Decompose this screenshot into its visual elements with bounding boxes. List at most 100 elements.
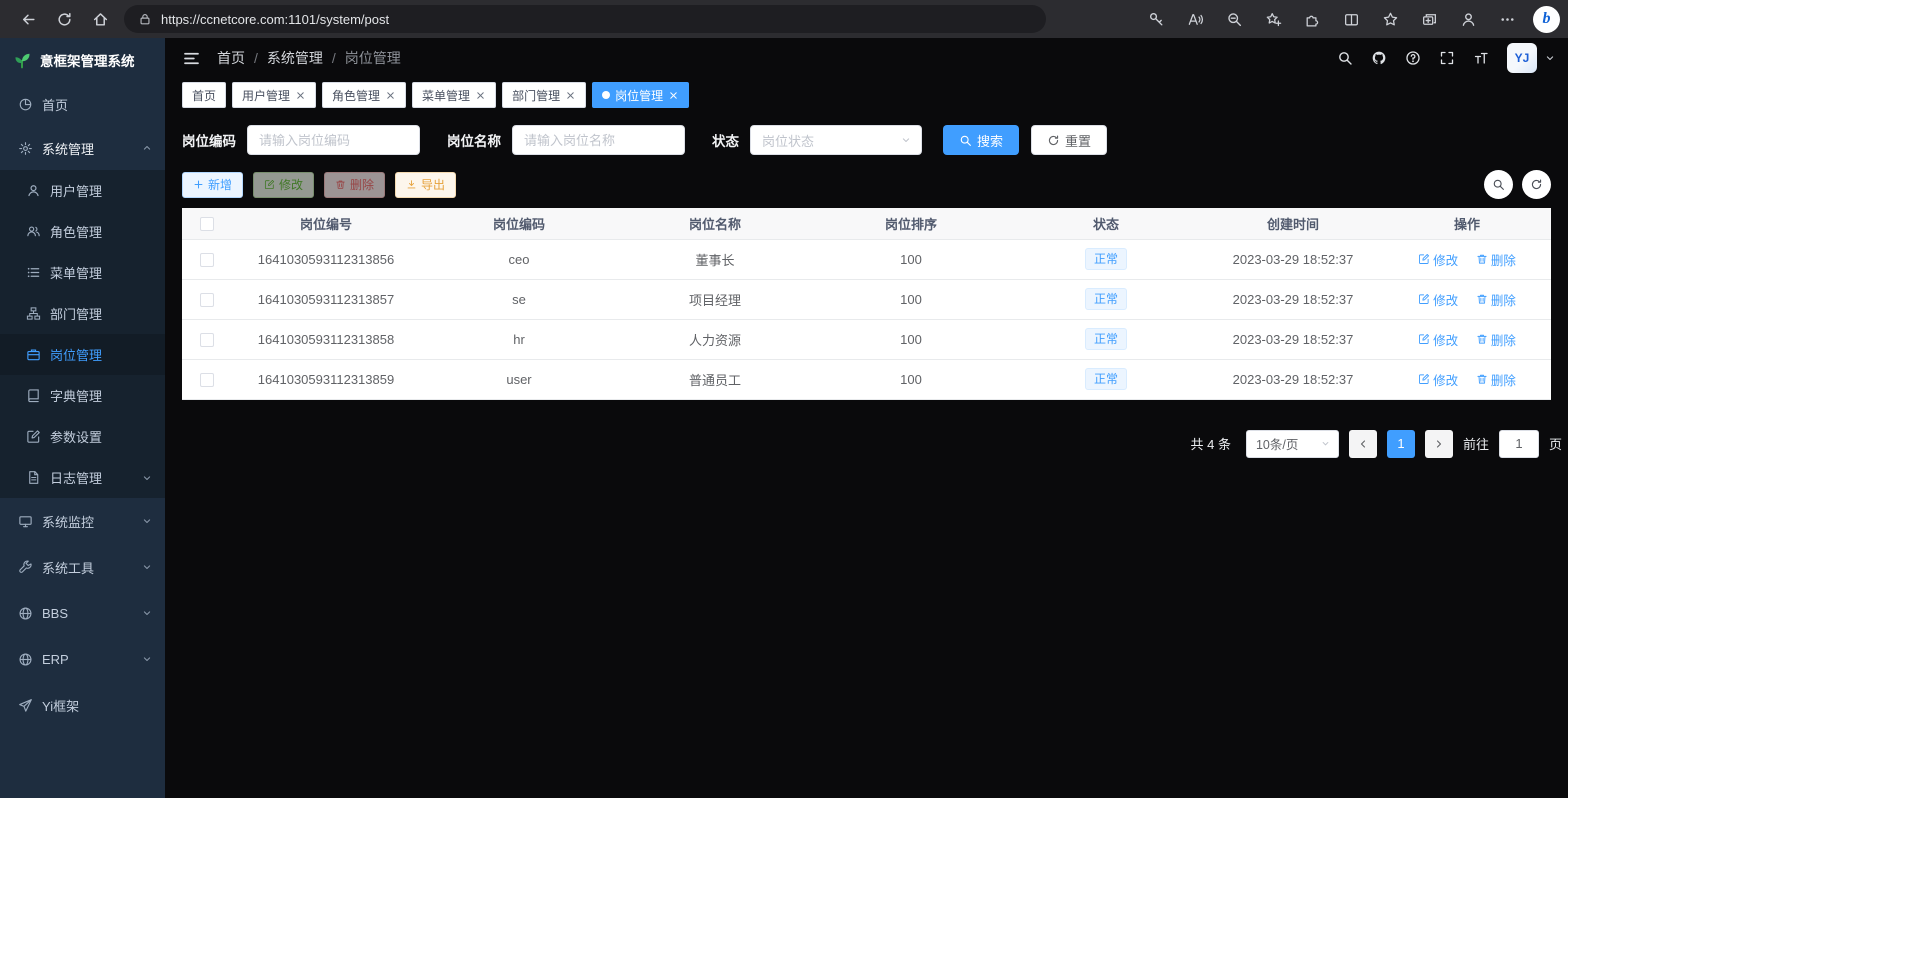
add-button[interactable]: 新增: [182, 172, 243, 198]
status-select[interactable]: 岗位状态: [750, 125, 922, 155]
delete-link[interactable]: 删除: [1476, 250, 1516, 269]
back-button[interactable]: [10, 4, 46, 34]
browser-window: https://ccnetcore.com:1101/system/post b…: [0, 0, 1568, 798]
row-checkbox[interactable]: [200, 373, 214, 387]
refresh-table-button[interactable]: [1522, 170, 1551, 199]
edit-link[interactable]: 修改: [1418, 330, 1458, 349]
hamburger-icon[interactable]: [182, 49, 201, 68]
sidebar-item-param-settings[interactable]: 参数设置: [0, 416, 165, 457]
row-checkbox[interactable]: [200, 293, 214, 307]
reload-button[interactable]: [46, 4, 82, 34]
add-favorite-button[interactable]: [1255, 4, 1291, 34]
bing-sidebar-button[interactable]: b: [1533, 6, 1560, 33]
favorites-button[interactable]: [1372, 4, 1408, 34]
github-button[interactable]: [1364, 43, 1394, 73]
chevron-left-icon: [1357, 438, 1369, 450]
tab-role-mgmt[interactable]: 角色管理: [322, 82, 406, 108]
close-icon[interactable]: [385, 90, 396, 101]
more-menu-button[interactable]: [1489, 4, 1525, 34]
sidebar-item-menu-mgmt[interactable]: 菜单管理: [0, 252, 165, 293]
sidebar-item-home[interactable]: 首页: [0, 82, 165, 126]
tab-post-mgmt[interactable]: 岗位管理: [592, 82, 689, 108]
app-logo: 意框架管理系统: [0, 38, 165, 82]
zoom-out-icon: [1226, 11, 1243, 28]
search-button[interactable]: 搜索: [943, 125, 1019, 155]
column-header-post-sort: 岗位排序: [813, 208, 1009, 239]
page-1-button[interactable]: 1: [1387, 430, 1415, 458]
home-button[interactable]: [82, 4, 118, 34]
next-page-button[interactable]: [1425, 430, 1453, 458]
delete-link[interactable]: 删除: [1476, 330, 1516, 349]
cell-created: 2023-03-29 18:52:37: [1203, 279, 1383, 319]
zoom-button[interactable]: [1216, 4, 1252, 34]
address-bar[interactable]: https://ccnetcore.com:1101/system/post: [124, 5, 1046, 33]
cell-created: 2023-03-29 18:52:37: [1203, 319, 1383, 359]
sidebar-item-dict-mgmt[interactable]: 字典管理: [0, 375, 165, 416]
trash-icon: [1476, 373, 1488, 385]
profile-button[interactable]: [1450, 4, 1486, 34]
tab-label: 菜单管理: [422, 87, 470, 104]
tab-user-mgmt[interactable]: 用户管理: [232, 82, 316, 108]
table-row: 1641030593112313859 user 普通员工 100 正常 202…: [182, 359, 1551, 399]
home-icon: [92, 11, 109, 28]
extensions-button[interactable]: [1294, 4, 1330, 34]
row-checkbox[interactable]: [200, 333, 214, 347]
split-screen-button[interactable]: [1333, 4, 1369, 34]
edit-link[interactable]: 修改: [1418, 370, 1458, 389]
key-icon: [1148, 11, 1165, 28]
font-size-button[interactable]: [1466, 43, 1496, 73]
sidebar-item-system-monitor[interactable]: 系统监控: [0, 498, 165, 544]
tab-home[interactable]: 首页: [182, 82, 226, 108]
reset-button[interactable]: 重置: [1031, 125, 1107, 155]
org-tree-icon: [26, 306, 41, 321]
reload-icon: [56, 11, 73, 28]
edit-link[interactable]: 修改: [1418, 290, 1458, 309]
header-search-button[interactable]: [1330, 43, 1360, 73]
avatar[interactable]: YJ: [1507, 43, 1537, 73]
star-icon: [1382, 11, 1399, 28]
sidebar-item-post-mgmt[interactable]: 岗位管理: [0, 334, 165, 375]
page-size-select[interactable]: 10条/页: [1246, 430, 1339, 458]
tab-dept-mgmt[interactable]: 部门管理: [502, 82, 586, 108]
sidebar-item-yi-framework[interactable]: Yi框架: [0, 682, 165, 728]
close-icon[interactable]: [475, 90, 486, 101]
cell-post-sort: 100: [813, 239, 1009, 279]
sidebar-item-system-tools[interactable]: 系统工具: [0, 544, 165, 590]
refresh-icon: [1530, 178, 1543, 191]
sidebar-item-system-mgmt[interactable]: 系统管理: [0, 126, 165, 170]
toggle-search-button[interactable]: [1484, 170, 1513, 199]
collections-button[interactable]: [1411, 4, 1447, 34]
close-icon[interactable]: [565, 90, 576, 101]
breadcrumb-separator: /: [332, 50, 336, 66]
fullscreen-button[interactable]: [1432, 43, 1462, 73]
sidebar-item-bbs[interactable]: BBS: [0, 590, 165, 636]
sidebar-item-role-mgmt[interactable]: 角色管理: [0, 211, 165, 252]
edit-link[interactable]: 修改: [1418, 250, 1458, 269]
sidebar-item-dept-mgmt[interactable]: 部门管理: [0, 293, 165, 334]
post-name-input[interactable]: [512, 125, 685, 155]
sidebar-item-user-mgmt[interactable]: 用户管理: [0, 170, 165, 211]
row-checkbox[interactable]: [200, 253, 214, 267]
sidebar-item-erp[interactable]: ERP: [0, 636, 165, 682]
cell-created: 2023-03-29 18:52:37: [1203, 359, 1383, 399]
breadcrumb-system-mgmt[interactable]: 系统管理: [267, 48, 323, 68]
prev-page-button[interactable]: [1349, 430, 1377, 458]
cell-post-code: ceo: [421, 239, 617, 279]
select-all-checkbox[interactable]: [200, 217, 214, 231]
export-button[interactable]: 导出: [395, 172, 456, 198]
delete-link[interactable]: 删除: [1476, 370, 1516, 389]
close-icon[interactable]: [295, 90, 306, 101]
gear-icon: [18, 141, 33, 156]
passwords-button[interactable]: [1138, 4, 1174, 34]
help-button[interactable]: [1398, 43, 1428, 73]
read-aloud-button[interactable]: [1177, 4, 1213, 34]
sidebar-item-log-mgmt[interactable]: 日志管理: [0, 457, 165, 498]
tab-menu-mgmt[interactable]: 菜单管理: [412, 82, 496, 108]
post-code-input[interactable]: [247, 125, 420, 155]
read-aloud-icon: [1187, 11, 1204, 28]
breadcrumb-home[interactable]: 首页: [217, 48, 245, 68]
goto-page-input[interactable]: [1499, 430, 1539, 458]
delete-link[interactable]: 删除: [1476, 290, 1516, 309]
caret-down-icon[interactable]: [1544, 52, 1556, 64]
close-icon[interactable]: [668, 90, 679, 101]
